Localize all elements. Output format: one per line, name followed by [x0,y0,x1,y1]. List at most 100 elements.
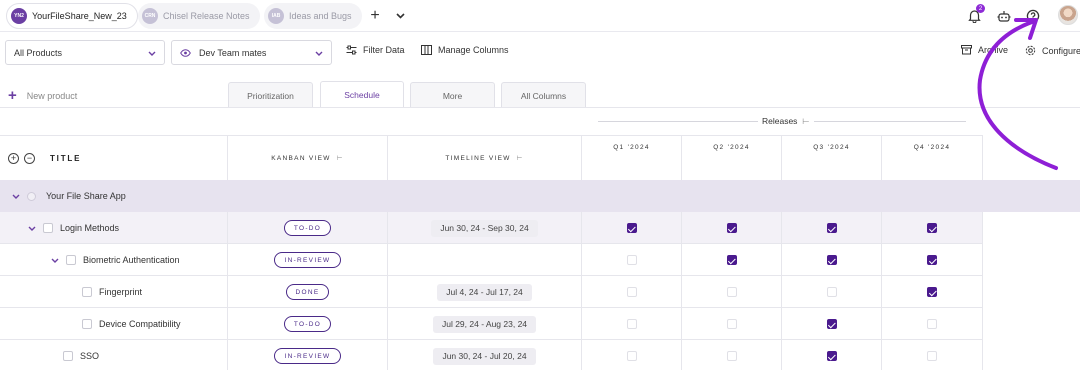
release-checkbox[interactable] [927,255,937,265]
release-checkbox[interactable] [626,287,637,297]
title-cell: Login Methods [0,212,228,244]
products-select[interactable]: All Products [5,40,165,65]
collapse-all-icon[interactable]: − [24,152,35,164]
title-cell: SSO [0,340,228,370]
release-checkbox[interactable] [726,351,737,361]
timeline-cell[interactable] [388,244,582,276]
top-bar: YN2 YourFileShare_New_23 CRN Chisel Rele… [0,0,1080,32]
integrations-button[interactable] [996,8,1012,24]
add-workspace-button[interactable]: + [367,7,383,24]
workspace-dropdown-button[interactable] [392,8,408,24]
status-badge[interactable]: IN-REVIEW [274,348,341,364]
timeline-view-label: TIMELINE VIEW [445,154,511,162]
configure-button[interactable]: Configure [1025,45,1080,56]
status-badge[interactable]: TO-DO [283,316,332,332]
manage-columns-button[interactable]: Manage Columns [421,45,509,55]
release-checkbox[interactable] [927,319,937,329]
release-checkbox[interactable] [726,223,737,233]
sliders-icon [346,45,357,55]
teammates-select[interactable]: Dev Team mates [171,40,332,65]
chevron-down-icon[interactable] [28,223,36,233]
table-row[interactable]: Biometric Authentication IN-REVIEW [0,244,983,276]
chevron-down-icon[interactable] [12,191,20,201]
release-checkbox[interactable] [626,223,637,233]
quarter-cell-q1 [582,244,682,276]
release-checkbox[interactable] [826,255,837,265]
row-select-checkbox[interactable] [82,319,92,329]
status-badge[interactable]: IN-REVIEW [274,252,341,268]
timeline-cell: Jul 29, 24 - Aug 23, 24 [388,308,582,340]
timeline-range[interactable]: Jul 4, 24 - Jul 17, 24 [437,283,532,301]
tab-more[interactable]: More [410,82,495,108]
kanban-view-label: KANBAN VIEW [271,154,331,162]
chevron-down-icon[interactable] [51,255,59,265]
tab-all-columns[interactable]: All Columns [501,82,586,108]
new-product-button[interactable]: + New product [8,88,77,103]
workspace-tab-ideas-and-bugs[interactable]: IAB Ideas and Bugs [264,3,362,29]
workspace-tab-yourfileshare[interactable]: YN2 YourFileShare_New_23 [6,3,138,29]
row-select-checkbox[interactable] [82,287,92,297]
user-avatar[interactable] [1058,5,1078,25]
expand-column-icon: ⊢ [336,155,344,162]
release-checkbox[interactable] [927,351,937,361]
table-row[interactable]: Fingerprint DONE Jul 4, 24 - Jul 17, 24 [0,276,983,308]
quarter-cell-q1 [582,340,682,370]
configure-label: Configure [1042,45,1080,56]
releases-divider-left [598,121,758,122]
filter-data-button[interactable]: Filter Data [346,45,405,55]
row-select-checkbox[interactable] [43,223,53,233]
filter-data-label: Filter Data [363,45,405,55]
help-button[interactable] [1025,8,1041,24]
release-checkbox[interactable] [626,351,637,361]
tab-prioritization[interactable]: Prioritization [228,82,313,108]
release-checkbox[interactable] [927,223,937,233]
table-row[interactable]: Device Compatibility TO-DO Jul 29, 24 - … [0,308,983,340]
release-checkbox[interactable] [726,319,737,329]
quarter-cell-q3 [782,340,882,370]
gear-icon [1025,45,1036,56]
release-checkbox[interactable] [826,319,837,329]
expand-all-icon[interactable]: + [8,152,19,164]
quarter-cell-q1 [582,212,682,244]
release-checkbox[interactable] [626,319,637,329]
timeline-range[interactable]: Jun 30, 24 - Jul 20, 24 [433,347,536,365]
timeline-range[interactable]: Jun 30, 24 - Sep 30, 24 [431,219,538,237]
release-checkbox[interactable] [826,351,837,361]
row-select-checkbox[interactable] [63,351,73,361]
release-checkbox[interactable] [726,255,737,265]
quarter-cell-q4 [882,212,983,244]
tab-schedule[interactable]: Schedule [320,81,404,108]
row-title: Fingerprint [99,287,143,297]
chevron-down-icon [148,48,156,58]
release-checkbox[interactable] [726,287,737,297]
quarter-cell-q2 [682,212,782,244]
status-badge[interactable]: TO-DO [283,220,332,236]
quarter-header-q1: Q1 '2024 [582,135,682,180]
notification-count-badge: 2 [976,4,985,13]
status-badge[interactable]: DONE [285,284,330,300]
manage-columns-label: Manage Columns [438,45,509,55]
table-row[interactable]: SSO IN-REVIEW Jun 30, 24 - Jul 20, 24 [0,340,983,370]
timeline-cell: Jun 30, 24 - Sep 30, 24 [388,212,582,244]
title-column-label: TITLE [50,153,82,163]
quarter-cell-q3 [782,212,882,244]
workspace-avatar: YN2 [11,8,27,24]
group-select-radio[interactable] [27,191,36,201]
release-checkbox[interactable] [927,287,937,297]
workspace-tab-chisel-release-notes[interactable]: CRN Chisel Release Notes [138,3,260,29]
release-checkbox[interactable] [626,255,637,265]
archive-button[interactable]: Archive [961,45,1008,55]
quarter-cell-q4 [882,340,983,370]
table-row[interactable]: Login Methods TO-DO Jun 30, 24 - Sep 30,… [0,212,983,244]
title-cell: Biometric Authentication [0,244,228,276]
group-row[interactable]: Your File Share App [0,180,1080,212]
kanban-view-column-header[interactable]: KANBAN VIEW ⊢ [228,135,388,180]
timeline-range[interactable]: Jul 29, 24 - Aug 23, 24 [432,315,537,333]
release-checkbox[interactable] [826,287,837,297]
timeline-view-column-header[interactable]: TIMELINE VIEW ⊢ [388,135,582,180]
plus-icon: + [8,87,17,104]
archive-label: Archive [978,45,1009,55]
row-select-checkbox[interactable] [66,255,76,265]
quarter-cell-q3 [782,244,882,276]
release-checkbox[interactable] [826,223,837,233]
